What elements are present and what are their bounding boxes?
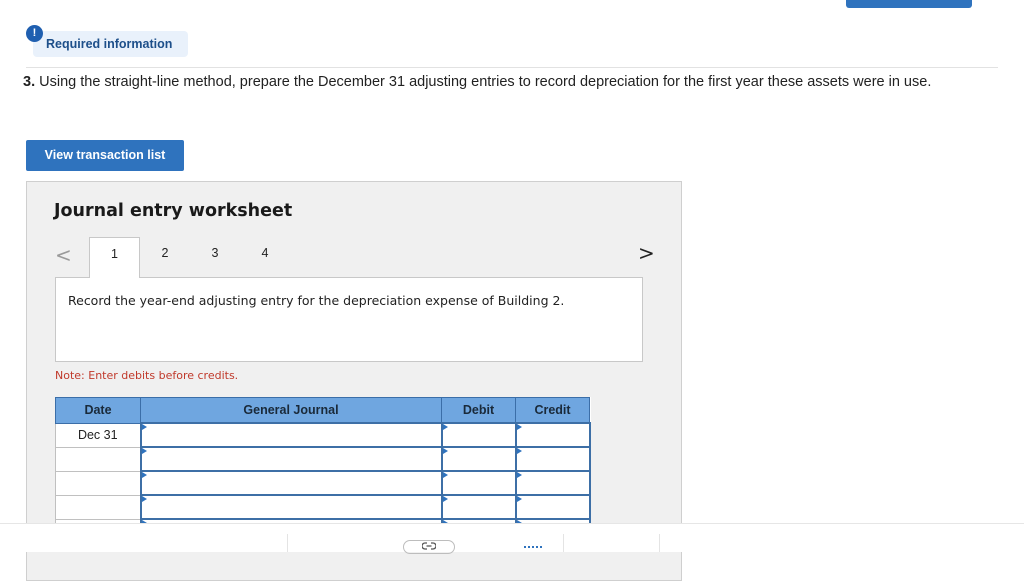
- date-cell: [55, 446, 141, 472]
- bottom-toolbar: [0, 523, 1024, 554]
- toolbar-divider: [287, 534, 288, 552]
- column-header-debit: Debit: [441, 397, 516, 424]
- toolbar-divider: [659, 534, 660, 552]
- tab-4[interactable]: 4: [250, 237, 280, 278]
- column-header-general-journal: General Journal: [140, 397, 442, 424]
- debit-input[interactable]: [440, 446, 517, 472]
- link-icon[interactable]: [403, 540, 455, 554]
- question-body: Using the straight-line method, prepare …: [39, 74, 932, 90]
- toolbar-divider: [563, 534, 564, 552]
- tab-2[interactable]: 2: [150, 237, 180, 278]
- account-input[interactable]: [139, 470, 443, 496]
- view-transaction-list-button[interactable]: View transaction list: [26, 140, 184, 171]
- debit-input[interactable]: [440, 470, 517, 496]
- top-action-button[interactable]: [846, 0, 972, 8]
- credit-input[interactable]: [514, 446, 591, 472]
- table-row: [55, 446, 591, 472]
- account-input[interactable]: [139, 422, 443, 448]
- date-cell: [55, 494, 141, 520]
- table-row: [55, 494, 591, 520]
- worksheet-title: Journal entry worksheet: [54, 201, 293, 221]
- credit-input[interactable]: [514, 422, 591, 448]
- table-row: Dec 31: [55, 422, 591, 448]
- question-number: 3.: [23, 74, 36, 90]
- debit-input[interactable]: [440, 494, 517, 520]
- chevron-left-icon[interactable]: <: [55, 243, 72, 267]
- journal-table: Date General Journal Debit Credit Dec 31: [55, 397, 591, 544]
- tab-panel: [55, 277, 643, 362]
- entry-instruction: Record the year-end adjusting entry for …: [68, 293, 565, 308]
- debit-input[interactable]: [440, 422, 517, 448]
- tab-3[interactable]: 3: [200, 237, 230, 278]
- account-input[interactable]: [139, 494, 443, 520]
- chevron-right-icon[interactable]: >: [638, 241, 655, 265]
- date-cell: [55, 470, 141, 496]
- date-cell: Dec 31: [55, 422, 141, 448]
- required-information-tab[interactable]: Required information: [33, 31, 188, 57]
- credit-input[interactable]: [514, 470, 591, 496]
- credit-input[interactable]: [514, 494, 591, 520]
- journal-header-row: Date General Journal Debit Credit: [55, 397, 590, 424]
- divider: [26, 67, 998, 68]
- toolbar-indicator: [524, 546, 542, 550]
- tab-1[interactable]: 1: [89, 237, 140, 278]
- exclamation-icon: !: [26, 25, 43, 42]
- note-text: Note: Enter debits before credits.: [55, 369, 239, 382]
- account-input[interactable]: [139, 446, 443, 472]
- question-text: 3. Using the straight-line method, prepa…: [23, 73, 973, 91]
- column-header-credit: Credit: [515, 397, 590, 424]
- link-icon-glyph: [421, 542, 437, 550]
- column-header-date: Date: [55, 397, 141, 424]
- table-row: [55, 470, 591, 496]
